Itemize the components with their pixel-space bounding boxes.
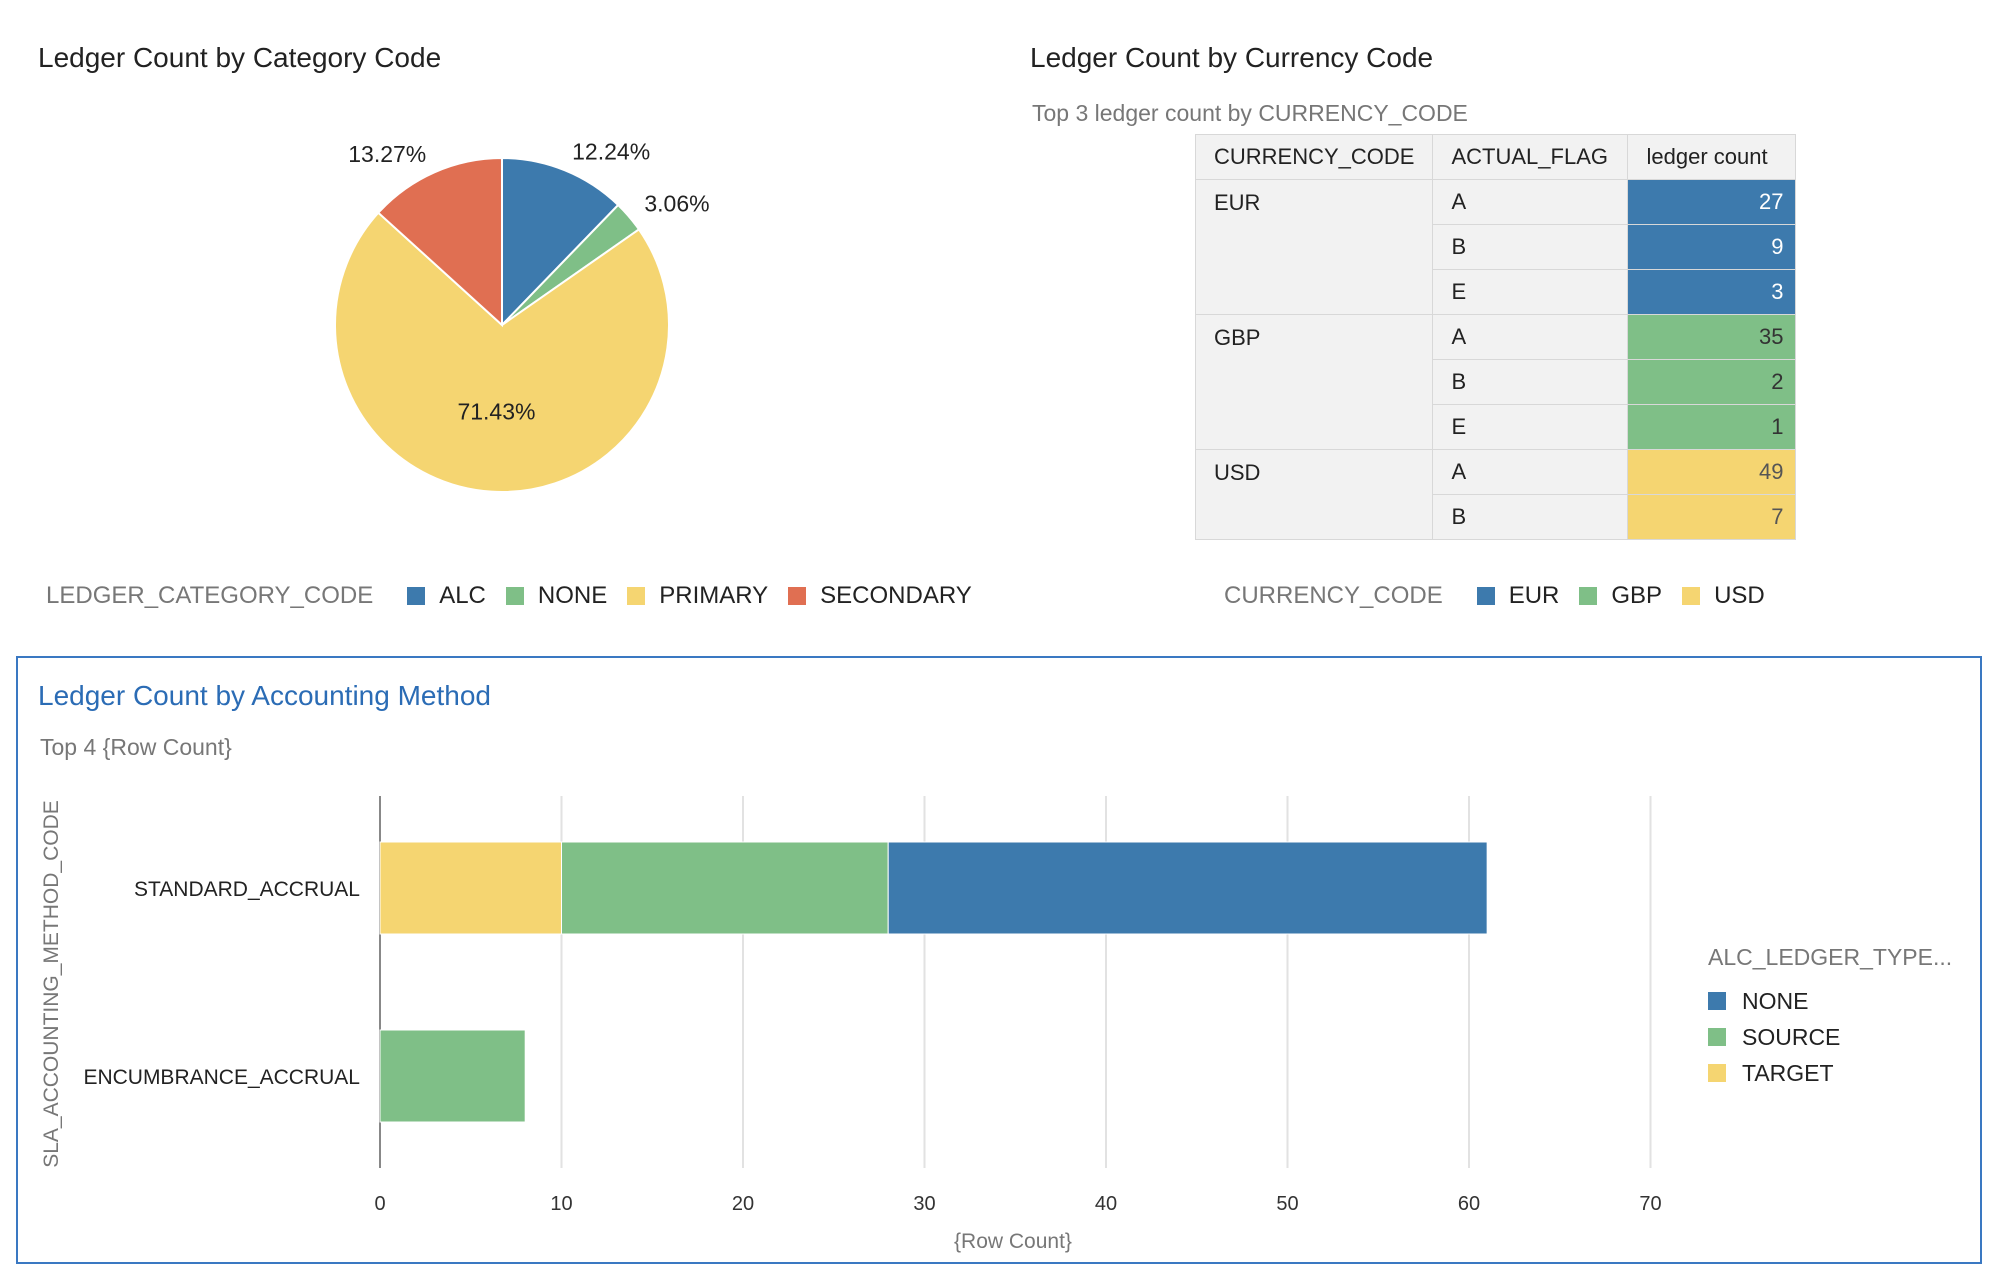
bar-legend-swatch-target: [1708, 1064, 1726, 1082]
pie-legend-item-alc[interactable]: ALC: [407, 582, 486, 610]
table-row: EUR A 27: [1194, 179, 1797, 315]
pie-label-alc: 12.24%: [572, 139, 650, 165]
count-cell[interactable]: 35: [1627, 314, 1797, 360]
flag-cell: A: [1432, 179, 1629, 225]
pie-legend-item-none[interactable]: NONE: [505, 582, 608, 610]
pie-legend-label-secondary: SECONDARY: [820, 582, 972, 609]
bar-legend-swatch-source: [1708, 1028, 1726, 1046]
x-tick-label-0: 0: [374, 1193, 385, 1215]
x-tick-label-70: 70: [1639, 1193, 1661, 1215]
bar-legend-item-source[interactable]: SOURCE: [1708, 1019, 1978, 1055]
table-subtitle: Top 3 ledger count by CURRENCY_CODE: [1032, 100, 1468, 126]
table-legend-swatch-gbp: [1579, 587, 1598, 605]
count-cell[interactable]: 1: [1627, 404, 1797, 450]
pie-legend-label-none: NONE: [537, 582, 608, 609]
flag-cell: B: [1432, 494, 1629, 540]
pie-label-secondary: 13.27%: [348, 141, 426, 167]
table-legend-item-usd[interactable]: USD: [1682, 582, 1765, 610]
x-tick-label-40: 40: [1095, 1193, 1117, 1215]
flag-cell: B: [1432, 224, 1629, 270]
ledger-count-table: CURRENCY_CODE ACTUAL_FLAG ledger count E…: [1194, 134, 1797, 540]
bar-legend-item-target[interactable]: TARGET: [1708, 1055, 1978, 1091]
pie-legend-title: LEDGER_CATEGORY_CODE: [46, 582, 374, 609]
pie-legend-label-alc: ALC: [439, 582, 486, 609]
pie-legend-swatch-primary: [627, 587, 646, 605]
bar-standard-accrual-none[interactable]: [887, 841, 1488, 935]
table-legend-swatch-eur: [1476, 587, 1495, 605]
table-legend-label-eur: EUR: [1508, 582, 1560, 609]
pie-legend-swatch-none: [505, 587, 524, 605]
pie-label-none: 3.06%: [644, 191, 709, 217]
currency-cell-usd: USD: [1194, 449, 1434, 540]
bar-encumbrance-accrual-source[interactable]: [379, 1029, 526, 1123]
bar-legend: ALC_LEDGER_TYPE... NONE SOURCE TARGET: [1708, 944, 1978, 1091]
x-tick-label-60: 60: [1458, 1193, 1480, 1215]
currency-cell-eur: EUR: [1194, 179, 1434, 315]
bar-legend-label-none: NONE: [1742, 987, 1809, 1014]
header-actual-flag: ACTUAL_FLAG: [1432, 134, 1629, 180]
count-cell[interactable]: 2: [1627, 359, 1797, 405]
category-code-panel: Ledger Count by Category Code 12.24% 3.06…: [0, 0, 990, 650]
x-tick-label-50: 50: [1276, 1193, 1298, 1215]
bar-legend-label-source: SOURCE: [1742, 1023, 1841, 1050]
bar-legend-label-target: TARGET: [1742, 1059, 1834, 1086]
flag-cell: A: [1432, 449, 1629, 495]
table-legend-title: CURRENCY_CODE: [1224, 582, 1443, 609]
pie-label-primary: 71.43%: [457, 399, 535, 425]
bar-legend-item-none[interactable]: NONE: [1708, 983, 1978, 1019]
count-cell[interactable]: 3: [1627, 269, 1797, 315]
currency-cell-gbp: GBP: [1194, 314, 1434, 450]
y-tick-label-encumbrance-accrual: ENCUMBRANCE_ACCRUAL: [83, 1066, 360, 1089]
x-tick-label-30: 30: [913, 1193, 935, 1215]
count-cell[interactable]: 7: [1627, 494, 1797, 540]
pie-legend-label-primary: PRIMARY: [659, 582, 769, 609]
x-tick-label-20: 20: [732, 1193, 754, 1215]
pie-legend-item-primary[interactable]: PRIMARY: [627, 582, 768, 610]
table-legend-label-gbp: GBP: [1611, 582, 1663, 609]
table-legend-label-usd: USD: [1714, 582, 1765, 609]
header-ledger-count: ledger count: [1627, 134, 1797, 180]
y-axis-title: SLA_ACCOUNTING_METHOD_CODE: [40, 800, 63, 1168]
x-tick-label-10: 10: [550, 1193, 572, 1215]
bar-chart: 0 10 20 30 40 50 60 70 STANDARD_ACCRUAL ENCUMBRAN…: [40, 796, 1662, 1253]
count-cell[interactable]: 27: [1627, 179, 1797, 225]
pie-legend-swatch-alc: [407, 587, 426, 605]
table-header-row: CURRENCY_CODE ACTUAL_FLAG ledger count: [1194, 134, 1797, 180]
table-row: USD A 49: [1194, 449, 1797, 540]
count-cell[interactable]: 9: [1627, 224, 1797, 270]
pie-legend: LEDGER_CATEGORY_CODE ALC NONE PRIMARY SECON…: [46, 582, 992, 610]
flag-cell: A: [1432, 314, 1629, 360]
count-cell[interactable]: 49: [1627, 449, 1797, 495]
pie-legend-swatch-secondary: [788, 587, 807, 605]
table-title: Ledger Count by Currency Code: [1030, 42, 1434, 73]
x-axis-title: {Row Count}: [954, 1230, 1072, 1253]
bar-standard-accrual-target[interactable]: [379, 841, 562, 935]
bar-legend-swatch-none: [1708, 992, 1726, 1010]
flag-cell: E: [1432, 269, 1629, 315]
bar-legend-title: ALC_LEDGER_TYPE...: [1708, 944, 1953, 970]
accounting-method-panel[interactable]: Ledger Count by Accounting Method Top 4 …: [16, 656, 1982, 1264]
bar-standard-accrual-source[interactable]: [561, 841, 889, 935]
pie-chart: 12.24% 3.06% 71.43% 13.27%: [334, 139, 710, 493]
y-tick-label-standard-accrual: STANDARD_ACCRUAL: [134, 878, 360, 901]
table-legend-item-eur[interactable]: EUR: [1476, 582, 1560, 610]
table-legend-item-gbp[interactable]: GBP: [1579, 582, 1662, 610]
flag-cell: E: [1432, 404, 1629, 450]
table-legend-swatch-usd: [1682, 587, 1701, 605]
flag-cell: B: [1432, 359, 1629, 405]
table-legend: CURRENCY_CODE EUR GBP USD: [1224, 582, 1785, 610]
table-row: GBP A 35: [1194, 314, 1797, 450]
currency-code-panel: Ledger Count by Currency Code Top 3 ledg…: [1000, 0, 1992, 650]
header-currency-code: CURRENCY_CODE: [1194, 134, 1434, 180]
pie-legend-item-secondary[interactable]: SECONDARY: [788, 582, 972, 610]
